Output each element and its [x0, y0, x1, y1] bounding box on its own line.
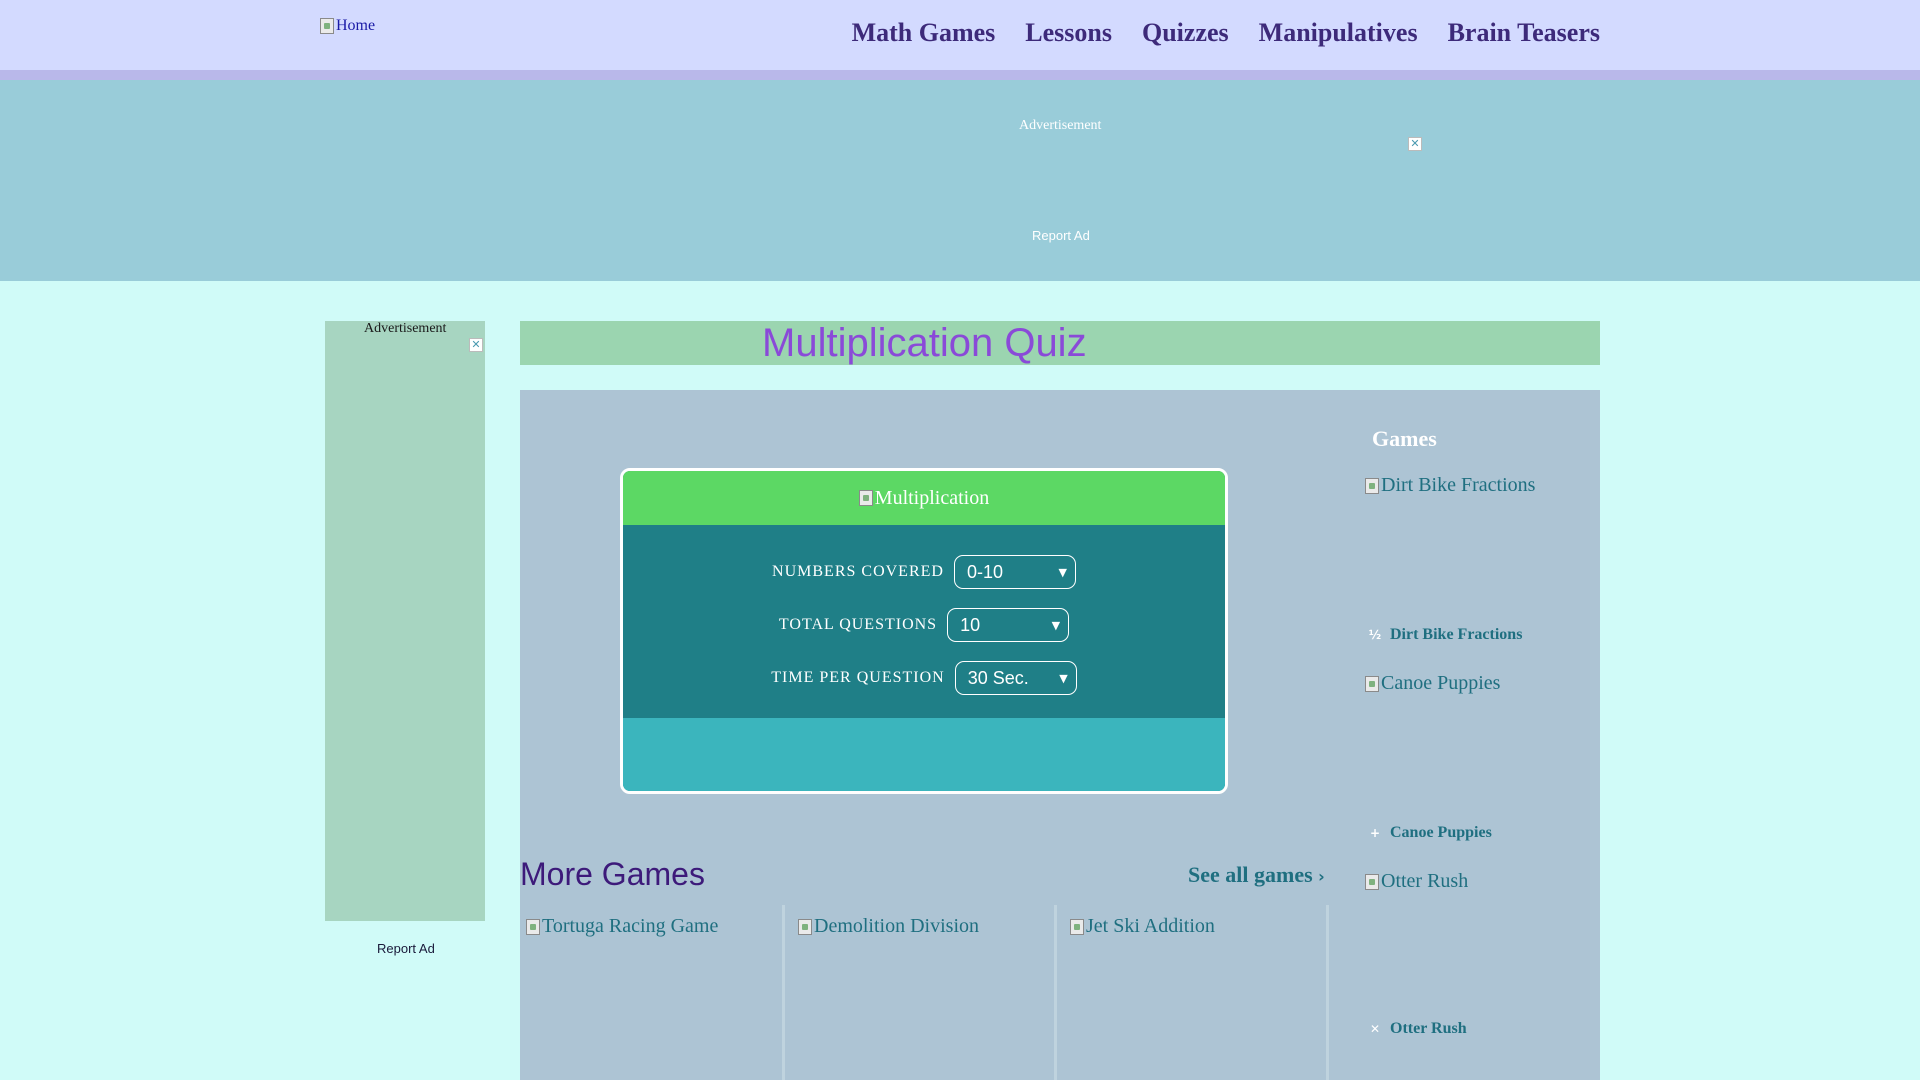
tile-divider — [1326, 905, 1329, 1080]
nav-manipulatives[interactable]: Manipulatives — [1259, 18, 1418, 48]
setting-label: TOTAL QUESTIONS — [778, 616, 938, 633]
page-title: Multiplication Quiz — [762, 321, 1087, 365]
sidebar-game-image-link[interactable]: Otter Rush — [1365, 870, 1468, 893]
total-questions-select[interactable]: 10 ▼ — [947, 608, 1070, 642]
select-value: 0-10 — [966, 561, 1003, 582]
game-tile[interactable]: Tortuga Racing Game — [520, 905, 782, 1080]
tile-divider — [782, 905, 785, 1080]
quiz-card-footer — [623, 718, 1225, 791]
see-all-games-link[interactable]: See all games › — [1188, 862, 1325, 888]
chevron-down-icon: ▼ — [1051, 618, 1061, 632]
home-logo-alt: Home — [336, 17, 376, 34]
home-logo-link[interactable]: Home — [320, 17, 375, 35]
top-ad-banner: Advertisement ✕ Report Ad — [0, 80, 1920, 281]
setting-label: NUMBERS COVERED — [772, 563, 944, 580]
sidebar-game-link[interactable]: ½ Dirt Bike Fractions — [1368, 626, 1523, 644]
game-tile-image-alt: Jet Ski Addition — [1086, 915, 1215, 937]
more-games-title: More Games — [520, 856, 705, 892]
chevron-right-icon: › — [1318, 867, 1325, 886]
sidebar-game-caption: Otter Rush — [1390, 1020, 1467, 1037]
setting-time-per-question: TIME PER QUESTION 30 Sec. ▼ — [623, 661, 1225, 695]
setting-numbers-covered: NUMBERS COVERED 0-10 ▼ — [623, 555, 1225, 589]
nav-brain-teasers[interactable]: Brain Teasers — [1448, 18, 1600, 48]
broken-image-icon — [526, 918, 540, 935]
setting-label: TIME PER QUESTION — [771, 669, 945, 686]
sidebar-game-link[interactable]: ✕ Otter Rush — [1368, 1020, 1467, 1038]
sidebar-games-title: Games — [1372, 426, 1437, 451]
nav-math-games[interactable]: Math Games — [852, 18, 996, 48]
left-ad-close-icon[interactable]: ✕ — [469, 338, 483, 352]
main-content-panel: Multiplication NUMBERS COVERED 0-10 ▼ TO… — [520, 390, 1600, 1080]
sidebar-game-image-alt: Canoe Puppies — [1381, 672, 1501, 694]
game-tile-image-alt: Tortuga Racing Game — [542, 915, 719, 937]
tile-divider — [1054, 905, 1057, 1080]
top-ad-label: Advertisement — [1019, 118, 1102, 133]
sidebar-game-image-alt: Dirt Bike Fractions — [1381, 474, 1536, 496]
broken-image-icon — [320, 18, 334, 34]
chevron-down-icon: ▼ — [1058, 565, 1067, 579]
broken-image-icon — [1070, 918, 1084, 935]
page-title-bar: Multiplication Quiz — [520, 321, 1600, 365]
see-all-games-label: See all games — [1188, 862, 1313, 887]
chevron-down-icon: ▼ — [1059, 671, 1068, 685]
broken-image-icon — [858, 490, 873, 506]
sidebar-game-caption: Dirt Bike Fractions — [1390, 626, 1523, 643]
multiply-icon: ✕ — [1369, 1022, 1381, 1036]
quiz-card-header: Multiplication — [623, 471, 1225, 525]
fraction-icon: ½ — [1368, 628, 1382, 642]
nav-quizzes[interactable]: Quizzes — [1142, 18, 1229, 48]
select-value: 30 Sec. — [967, 667, 1029, 688]
header-divider — [0, 70, 1920, 80]
game-tile[interactable]: Demolition Division — [792, 905, 1054, 1080]
sidebar-game-image-alt: Otter Rush — [1381, 870, 1469, 892]
game-tile[interactable]: Jet Ski Addition — [1064, 905, 1326, 1080]
quiz-settings-form: NUMBERS COVERED 0-10 ▼ TOTAL QUESTIONS 1… — [623, 525, 1225, 718]
quiz-settings-card: Multiplication NUMBERS COVERED 0-10 ▼ TO… — [620, 468, 1228, 794]
main-nav: Math Games Lessons Quizzes Manipulatives… — [852, 18, 1600, 48]
broken-image-icon — [798, 918, 812, 935]
broken-image-icon — [1365, 477, 1379, 494]
top-ad-close-icon[interactable]: ✕ — [1408, 137, 1422, 151]
quiz-card-image-alt: Multiplication — [874, 486, 990, 509]
plus-icon: + — [1369, 826, 1381, 840]
setting-total-questions: TOTAL QUESTIONS 10 ▼ — [623, 608, 1225, 642]
sidebar-game-caption: Canoe Puppies — [1390, 824, 1492, 841]
nav-lessons[interactable]: Lessons — [1025, 18, 1112, 48]
sidebar-game-image-link[interactable]: Dirt Bike Fractions — [1365, 474, 1535, 497]
left-ad-skyscraper: Advertisement ✕ — [325, 321, 485, 921]
time-per-question-select[interactable]: 30 Sec. ▼ — [954, 661, 1077, 695]
top-ad-report-link[interactable]: Report Ad — [1032, 228, 1090, 243]
broken-image-icon — [1365, 873, 1379, 890]
select-value: 10 — [960, 614, 981, 635]
broken-image-icon — [1365, 675, 1379, 692]
sidebar-game-link[interactable]: + Canoe Puppies — [1368, 824, 1492, 842]
left-ad-label: Advertisement — [364, 321, 447, 336]
site-header: Home Math Games Lessons Quizzes Manipula… — [0, 0, 1920, 70]
left-ad-report-link[interactable]: Report Ad — [377, 941, 435, 956]
game-tile-image-alt: Demolition Division — [814, 915, 979, 937]
sidebar-game-image-link[interactable]: Canoe Puppies — [1365, 672, 1500, 695]
numbers-covered-select[interactable]: 0-10 ▼ — [953, 555, 1076, 589]
